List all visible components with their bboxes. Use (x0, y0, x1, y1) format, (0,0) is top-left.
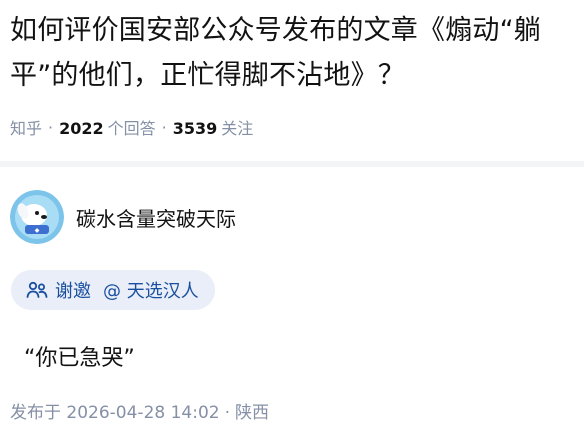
dog-avatar-icon: ◆ (10, 190, 64, 244)
publish-info: 发布于 2026-04-28 14:02 · 陕西 (10, 398, 269, 423)
follower-count[interactable]: 3539 关注 (173, 115, 254, 139)
author-name[interactable]: 碳水含量突破天际 (76, 203, 236, 232)
question-meta: 知乎 · 2022 个回答 · 3539 关注 (10, 115, 570, 139)
publish-location: 陕西 (235, 403, 270, 423)
follower-count-value: 3539 (172, 119, 218, 138)
invite-label: 谢邀 (55, 281, 91, 302)
invite-people-icon (26, 281, 48, 298)
invite-chip[interactable]: 谢邀 @ 天选汉人 (11, 270, 215, 310)
publish-separator: · (224, 403, 231, 423)
section-divider (0, 161, 584, 167)
svg-text:◆: ◆ (35, 227, 40, 234)
publish-time: 发布于 2026-04-28 14:02 (10, 403, 220, 423)
invite-mention[interactable]: @ 天选汉人 (103, 277, 199, 303)
answer-count-value: 2022 (59, 119, 104, 138)
answer-page: 如何评价国安部公众号发布的文章《煽动“躺平”的他们，正忙得脚不沾地》？ 知乎 ·… (0, 0, 584, 442)
question-title[interactable]: 如何评价国安部公众号发布的文章《煽动“躺平”的他们，正忙得脚不沾地》？ (10, 8, 570, 98)
answer-count-unit: 个回答 (107, 119, 156, 138)
author-avatar[interactable]: ◆ (10, 190, 64, 244)
author-info: ◆ 碳水含量突破天际 (10, 190, 236, 244)
answer-count[interactable]: 2022 个回答 (59, 115, 156, 139)
meta-separator: · (48, 117, 54, 137)
answer-content: “你已急哭” (24, 346, 135, 371)
source-label[interactable]: 知乎 (10, 115, 42, 139)
meta-separator: · (161, 117, 167, 137)
follower-count-unit: 关注 (221, 119, 254, 138)
question-header: 如何评价国安部公众号发布的文章《煽动“躺平”的他们，正忙得脚不沾地》？ 知乎 ·… (10, 8, 570, 139)
